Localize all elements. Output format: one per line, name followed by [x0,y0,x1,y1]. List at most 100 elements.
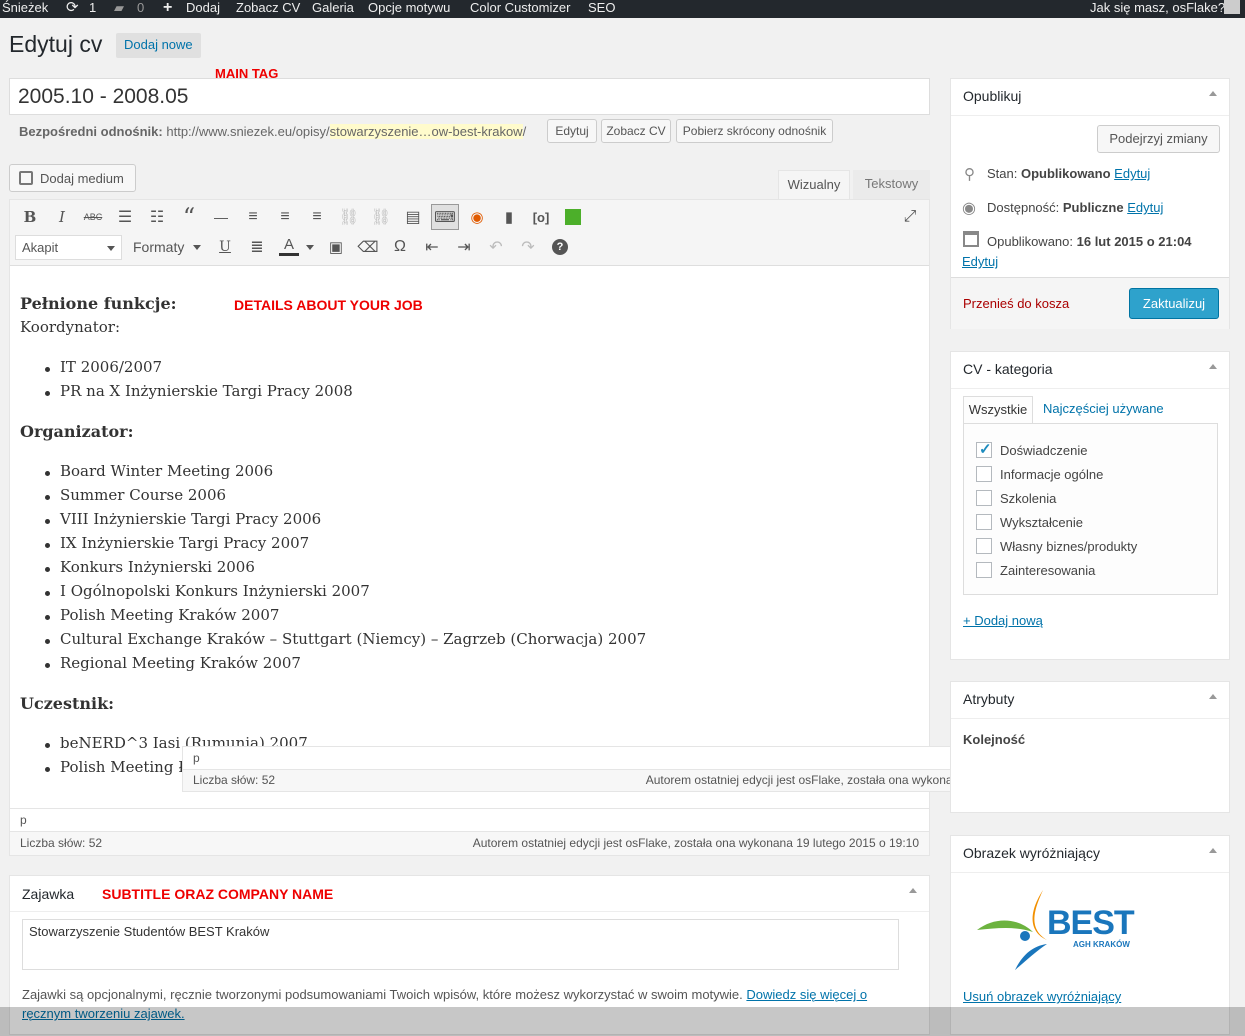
special-character-icon[interactable]: Ω [390,237,410,257]
toolbar-toggle-icon[interactable]: ⌨ [431,204,459,230]
move-to-trash-link[interactable]: Przenieś do kosza [963,296,1069,311]
tab-all-categories[interactable]: Wszystkie [963,396,1033,424]
content-list-item[interactable]: Summer Course 2006 [60,486,226,504]
admin-bar-theme-options[interactable]: Opcje motywu [368,0,450,18]
clear-formatting-icon[interactable]: ⌫ [357,237,378,257]
redo-icon[interactable]: ↷ [518,237,538,257]
plus-icon[interactable]: + [163,0,172,18]
content-list-item[interactable]: Konkurs Inżynierski 2006 [60,558,255,576]
category-checkbox[interactable] [976,514,992,530]
content-list-item[interactable]: Polish Meeting Łó [60,758,197,776]
green-plugin-icon[interactable] [565,209,581,225]
admin-bar-site-link[interactable]: Śnieżek [2,0,48,18]
edit-date-link[interactable]: Edytuj [962,254,998,269]
post-title-input[interactable]: 2005.10 - 2008.05 [9,78,930,115]
updates-icon[interactable]: ⟳ [66,0,79,18]
content-list-item[interactable]: I Ogólnopolski Konkurs Inżynierski 2007 [60,582,370,600]
category-toggle-icon[interactable] [1209,364,1217,369]
category-label[interactable]: Doświadczenie [1000,443,1087,458]
featured-toggle-icon[interactable] [1209,848,1217,853]
undo-icon[interactable]: ↶ [486,237,506,257]
numbered-list-icon[interactable]: ☷ [147,207,167,227]
category-checkbox[interactable] [976,562,992,578]
content-heading-2[interactable]: Organizator: [20,422,133,441]
admin-bar-add[interactable]: Dodaj [186,0,220,18]
preview-changes-button[interactable]: Podejrzyj zmiany [1097,125,1220,153]
paste-text-icon[interactable]: ▣ [326,237,346,257]
publish-toggle-icon[interactable] [1209,91,1217,96]
comments-count[interactable]: 0 [137,0,144,18]
category-checkbox[interactable] [976,490,992,506]
blockquote-icon[interactable]: “ [179,205,199,229]
admin-bar-greeting[interactable]: Jak się masz, osFlake? [1090,0,1225,18]
admin-bar-view-cv[interactable]: Zobacz CV [236,0,300,18]
category-label[interactable]: Informacje ogólne [1000,467,1103,482]
add-media-button[interactable]: Dodaj medium [9,164,136,192]
category-label[interactable]: Wykształcenie [1000,515,1083,530]
avatar[interactable] [1224,0,1240,14]
bullet-list-icon[interactable]: ☰ [115,207,135,227]
content-heading-1[interactable]: Pełnione funkcje: [20,294,177,313]
tab-text[interactable]: Tekstowy [853,170,930,200]
content-list-item[interactable]: Regional Meeting Kraków 2007 [60,654,301,672]
indent-icon[interactable]: ⇥ [454,237,474,257]
admin-bar-seo[interactable]: SEO [588,0,615,18]
bold-icon[interactable]: B [20,207,40,227]
format-select[interactable]: Akapit [15,235,122,260]
comments-icon[interactable]: ▰ [114,0,124,18]
edit-visibility-link[interactable]: Edytuj [1127,200,1163,215]
unlink-icon[interactable]: ⛓ [371,207,391,227]
ip-plugin-icon[interactable]: ◉ [467,207,487,227]
content-heading-3[interactable]: Uczestnik: [20,694,114,713]
add-new-category-link[interactable]: + Dodaj nową [963,613,1043,628]
category-label[interactable]: Szkolenia [1000,491,1056,506]
admin-bar-color-customizer[interactable]: Color Customizer [470,0,570,18]
horizontal-line-icon[interactable]: — [211,207,231,227]
content-list-item[interactable]: VIII Inżynierskie Targi Pracy 2006 [60,510,321,528]
edit-status-link[interactable]: Edytuj [1114,166,1150,181]
align-left-icon[interactable]: ≡ [243,207,263,227]
category-checkbox[interactable]: ✓ [976,441,992,458]
read-more-icon[interactable]: ▤ [403,207,423,227]
remove-featured-image-link[interactable]: Usuń obrazek wyróżniający [963,989,1121,1004]
admin-bar-gallery[interactable]: Galeria [312,0,354,18]
italic-icon[interactable]: I [52,207,72,227]
tab-visual[interactable]: Wizualny [778,170,850,200]
get-shortlink-button[interactable]: Pobierz skrócony odnośnik [676,119,833,143]
content-list-item[interactable]: Cultural Exchange Kraków – Stuttgart (Ni… [60,630,646,648]
update-button[interactable]: Zaktualizuj [1129,288,1219,319]
attributes-toggle-icon[interactable] [1209,694,1217,699]
category-label[interactable]: Zainteresowania [1000,563,1095,578]
content-list-item[interactable]: Polish Meeting Kraków 2007 [60,606,279,624]
excerpt-textarea[interactable]: Stowarzyszenie Studentów BEST Kraków [22,919,899,970]
align-right-icon[interactable]: ≡ [307,207,327,227]
text-color-icon[interactable]: A [279,236,299,256]
align-center-icon[interactable]: ≡ [275,207,295,227]
excerpt-toggle-icon[interactable] [909,888,917,893]
outdent-icon[interactable]: ⇤ [422,237,442,257]
content-list-item[interactable]: PR na X Inżynierskie Targi Pracy 2008 [60,382,353,400]
content-list-item[interactable]: IX Inżynierskie Targi Pracy 2007 [60,534,309,552]
category-label[interactable]: Własny biznes/produkty [1000,539,1137,554]
category-checkbox[interactable] [976,466,992,482]
fullscreen-icon[interactable]: ⤢ [900,207,920,227]
edit-permalink-button[interactable]: Edytuj [547,119,597,143]
link-icon[interactable]: ⛓ [339,207,359,227]
category-checkbox[interactable] [976,538,992,554]
content-line-1[interactable]: Koordynator: [20,318,120,336]
view-cv-button[interactable]: Zobacz CV [601,119,671,143]
content-list-item[interactable]: Board Winter Meeting 2006 [60,462,273,480]
underline-icon[interactable]: U [215,237,235,257]
justify-icon[interactable]: ≣ [247,237,267,257]
formats-menu[interactable]: Formaty [133,239,184,255]
permalink-slug[interactable]: stowarzyszenie…ow-best-krakow [329,124,523,139]
help-icon[interactable]: ? [552,239,568,255]
featured-image[interactable]: BEST AGH KRAKÓW [975,888,1145,974]
strikethrough-icon[interactable]: ABC [83,207,103,227]
content-list-item[interactable]: IT 2006/2007 [60,358,162,376]
tab-popular-categories[interactable]: Najczęściej używane [1043,401,1164,416]
editor-path[interactable]: p [20,813,27,827]
shortcode-icon[interactable]: [o] [531,207,551,227]
chart-icon[interactable]: ▮ [499,207,519,227]
add-new-button[interactable]: Dodaj nowe [116,33,201,58]
